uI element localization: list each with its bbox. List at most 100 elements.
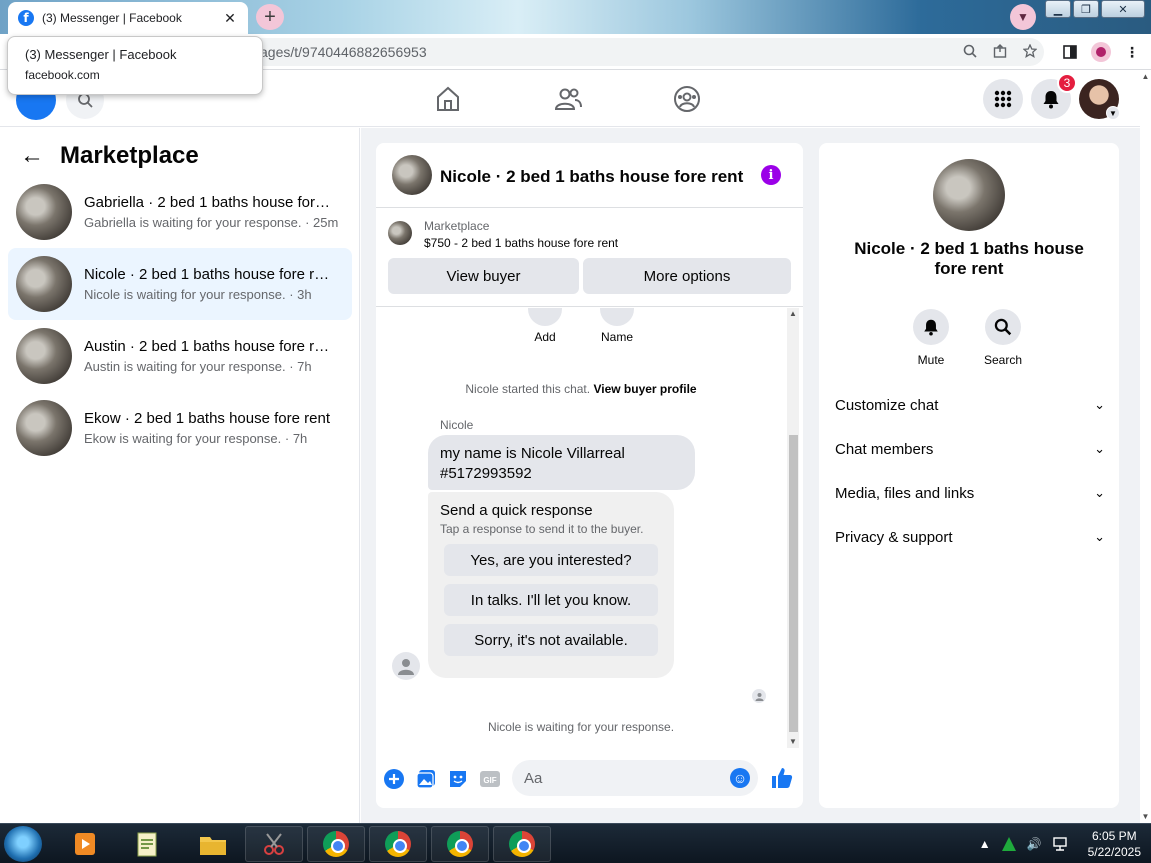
message-bubble: my name is Nicole Villarreal #5172993592 [428, 435, 695, 490]
conversation-name: Austin · 2 bed 1 baths house fore rent [84, 338, 334, 355]
scroll-down-arrow-icon[interactable]: ▼ [787, 736, 799, 748]
thumbs-up-icon[interactable] [770, 766, 794, 790]
quick-response-subtitle: Tap a response to send it to the buyer. [440, 522, 644, 536]
share-icon[interactable] [993, 44, 1007, 58]
conversation-status: Austin is waiting for your response. [84, 359, 286, 374]
emoji-icon[interactable]: ☺ [730, 768, 750, 788]
quick-reply-button[interactable]: Yes, are you interested? [444, 544, 658, 576]
window-close-icon[interactable]: ✕ [1101, 0, 1145, 18]
tray-expand-icon[interactable]: ▲ [979, 837, 991, 851]
browser-tab[interactable]: f (3) Messenger | Facebook ✕ [8, 2, 248, 34]
read-receipt-avatar [752, 689, 766, 703]
add-action[interactable]: Add [526, 308, 564, 344]
system-clock[interactable]: 6:05 PM 5/22/2025 [1088, 828, 1141, 860]
system-tray: ▲ 🔊 6:05 PM 5/22/2025 [979, 824, 1141, 863]
message-composer: GIF Aa ☺ [376, 760, 803, 800]
page-scroll-down-icon[interactable]: ▼ [1140, 811, 1151, 823]
back-arrow-icon[interactable]: ← [20, 144, 44, 168]
snipping-tool-icon[interactable] [245, 826, 303, 862]
tab-title: (3) Messenger | Facebook [42, 11, 182, 25]
search-label: Search [983, 353, 1023, 367]
waiting-notice: Nicole is waiting for your response. [487, 720, 675, 734]
new-tab-button[interactable]: + [256, 4, 284, 30]
conversation-item[interactable]: Ekow · 2 bed 1 baths house fore rent Eko… [8, 392, 352, 464]
svg-text:GIF: GIF [483, 776, 496, 785]
photo-icon[interactable] [415, 768, 437, 790]
page-scrollbar[interactable]: ▲ ▼ [1140, 71, 1151, 823]
started-text: Nicole started this chat. [465, 382, 591, 396]
groups-icon[interactable] [673, 85, 701, 113]
menu-chat-members[interactable]: Chat members ⌄ [835, 427, 1105, 471]
page-scroll-up-icon[interactable]: ▲ [1140, 71, 1151, 83]
chrome-window-icon[interactable] [369, 826, 427, 862]
chrome-window-icon[interactable] [307, 826, 365, 862]
conversation-time: · 25m [301, 215, 339, 230]
chat-details-panel: Nicole · 2 bed 1 baths house fore rent M… [819, 143, 1119, 808]
quick-reply-button[interactable]: In talks. I'll let you know. [444, 584, 658, 616]
scroll-thumb[interactable] [789, 435, 798, 732]
details-listing-thumbnail[interactable] [933, 159, 1005, 231]
chevron-down-icon: ⌄ [1094, 397, 1105, 412]
media-player-icon[interactable] [60, 826, 110, 862]
chrome-window-icon[interactable] [493, 826, 551, 862]
plus-circle-icon[interactable] [383, 768, 405, 790]
chat-title[interactable]: Nicole · 2 bed 1 baths house fore rent [440, 167, 743, 187]
bell-icon [1043, 91, 1059, 109]
menu-media-files-links[interactable]: Media, files and links ⌄ [835, 471, 1105, 515]
notepad-plus-icon[interactable] [122, 826, 172, 862]
home-icon[interactable] [434, 85, 462, 113]
chevron-down-icon: ⌄ [1094, 441, 1105, 456]
chevron-down-icon: ⌄ [1094, 529, 1105, 544]
conversation-time: · 7h [285, 359, 312, 374]
tab-close-icon[interactable]: ✕ [222, 10, 238, 27]
mute-label: Mute [917, 353, 945, 367]
sticker-icon[interactable] [447, 768, 469, 790]
window-controls: ▁ ❐ ✕ [1045, 0, 1145, 18]
name-action[interactable]: Name [596, 308, 638, 344]
tray-app-icon[interactable] [1001, 836, 1017, 852]
profile-icon[interactable] [1091, 42, 1111, 62]
gif-icon[interactable]: GIF [479, 768, 501, 790]
side-panel-icon[interactable] [1063, 45, 1077, 59]
search-action[interactable]: Search [973, 309, 1033, 367]
conversation-item[interactable]: Austin · 2 bed 1 baths house fore rent A… [8, 320, 352, 392]
chat-listing-thumbnail[interactable] [392, 155, 432, 195]
conversation-item-active[interactable]: Nicole · 2 bed 1 baths house fore rent N… [8, 248, 352, 320]
conversation-item[interactable]: Gabriella · 2 bed 1 baths house fore ren… [8, 176, 352, 248]
tab-search-icon[interactable]: ▼ [1010, 4, 1036, 30]
bookmark-star-icon[interactable] [1023, 44, 1037, 58]
minimize-icon[interactable]: ▁ [1045, 0, 1071, 18]
add-icon [528, 308, 562, 326]
listing-mini-thumbnail[interactable] [388, 221, 412, 245]
mute-action[interactable]: Mute [901, 309, 961, 367]
quick-reply-button[interactable]: Sorry, it's not available. [444, 624, 658, 656]
more-options-button[interactable]: More options [583, 258, 791, 294]
menu-grid-button[interactable] [983, 79, 1023, 119]
zoom-search-icon[interactable] [963, 44, 977, 58]
thread-scrollbar[interactable]: ▲ ▼ [787, 308, 799, 748]
info-icon[interactable]: i [761, 165, 781, 185]
sender-avatar[interactable] [392, 652, 420, 680]
conversation-status: Gabriella is waiting for your response. [84, 215, 302, 230]
volume-icon[interactable]: 🔊 [1027, 837, 1042, 851]
restore-icon[interactable]: ❐ [1073, 0, 1099, 18]
chrome-window-icon[interactable] [431, 826, 489, 862]
account-chevron-icon[interactable]: ▼ [1106, 106, 1120, 120]
scroll-up-arrow-icon[interactable]: ▲ [787, 308, 799, 320]
view-buyer-button[interactable]: View buyer [388, 258, 579, 294]
add-label: Add [534, 330, 556, 344]
sender-name: Nicole [440, 418, 474, 432]
start-button[interactable] [4, 826, 42, 862]
browser-menu-icon[interactable]: ⋮ [1125, 44, 1139, 61]
address-text: ages/t/9740446882656953 [260, 44, 427, 60]
network-icon[interactable] [1052, 837, 1068, 851]
menu-customize-chat[interactable]: Customize chat ⌄ [835, 383, 1105, 427]
friends-icon[interactable] [554, 85, 582, 113]
quick-response-card: Send a quick response Tap a response to … [428, 492, 674, 678]
menu-privacy-support[interactable]: Privacy & support ⌄ [835, 515, 1105, 559]
view-buyer-profile-link[interactable]: View buyer profile [593, 382, 696, 396]
message-input[interactable]: Aa [512, 760, 758, 796]
person-icon [755, 692, 763, 701]
listing-price-title[interactable]: $750 - 2 bed 1 baths house fore rent [424, 236, 618, 250]
file-explorer-icon[interactable] [186, 826, 240, 862]
